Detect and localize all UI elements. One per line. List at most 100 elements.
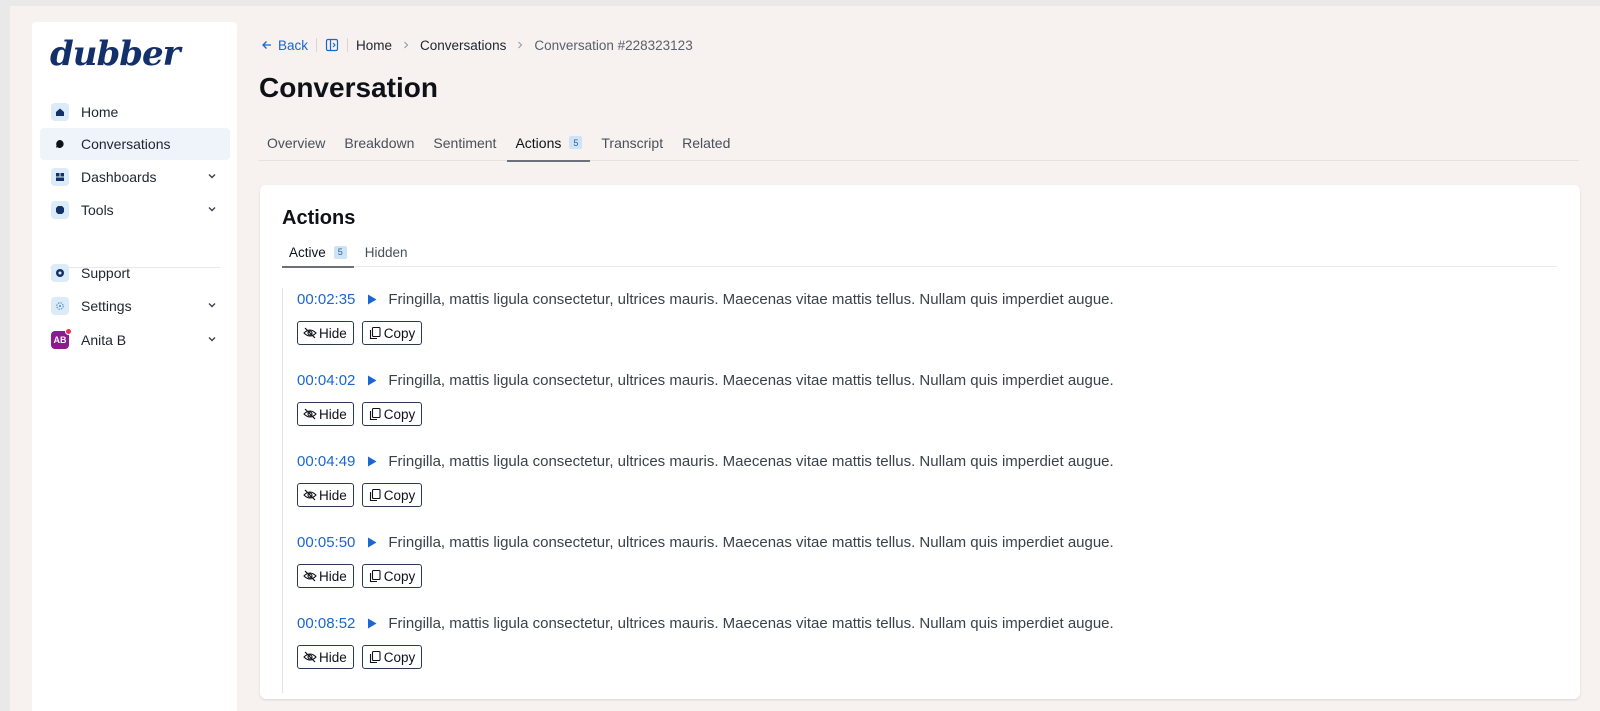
back-link[interactable]: Back xyxy=(261,38,308,53)
action-text: Fringilla, mattis ligula consectetur, ul… xyxy=(388,290,1114,308)
eye-off-icon xyxy=(303,408,317,420)
action-item: 00:02:35 Fringilla, mattis ligula consec… xyxy=(282,288,1552,369)
gear-icon xyxy=(51,297,69,315)
notification-dot xyxy=(65,328,72,335)
copy-icon xyxy=(369,407,381,421)
copy-label: Copy xyxy=(383,568,416,584)
sidebar-item-tools[interactable]: Tools xyxy=(40,194,230,226)
sidebar-item-conversations[interactable]: Conversations xyxy=(40,128,230,160)
timestamp-link[interactable]: 00:04:49 xyxy=(297,453,355,470)
copy-button[interactable]: Copy xyxy=(361,321,423,345)
tab-related[interactable]: Related xyxy=(674,128,738,161)
hide-button[interactable]: Hide xyxy=(297,645,354,669)
avatar: AB xyxy=(51,328,72,349)
copy-button[interactable]: Copy xyxy=(361,564,423,588)
timestamp-link[interactable]: 00:04:02 xyxy=(297,372,355,389)
breadcrumb-conversations[interactable]: Conversations xyxy=(420,38,506,53)
chevron-down-icon[interactable] xyxy=(206,299,218,311)
count-badge: 5 xyxy=(333,245,347,259)
sidebar-item-label: Tools xyxy=(81,202,114,218)
hide-label: Hide xyxy=(319,487,347,503)
arrow-left-icon xyxy=(262,41,271,49)
tools-icon xyxy=(51,201,69,219)
copy-icon xyxy=(369,569,381,583)
sidebar-item-settings[interactable]: Settings xyxy=(40,290,230,322)
copy-button[interactable]: Copy xyxy=(361,483,423,507)
sidebar-item-user[interactable]: AB Anita B xyxy=(40,324,230,356)
chevron-down-icon[interactable] xyxy=(206,170,218,182)
actions-subtabs: Active 5 Hidden xyxy=(282,237,1557,268)
tab-overview[interactable]: Overview xyxy=(259,128,333,161)
subtab-label: Hidden xyxy=(364,244,408,260)
tab-label: Actions xyxy=(515,134,562,151)
play-icon[interactable] xyxy=(367,456,377,467)
chevron-right-icon xyxy=(518,41,523,49)
actions-card: Actions Active 5 Hidden 00:02:35 Fringil… xyxy=(260,185,1580,699)
action-item: 00:05:50 Fringilla, mattis ligula consec… xyxy=(282,531,1552,612)
chevron-down-icon[interactable] xyxy=(206,333,218,345)
copy-button[interactable]: Copy xyxy=(361,402,423,426)
eye-off-icon xyxy=(303,327,317,339)
copy-icon xyxy=(369,650,381,664)
actions-list: 00:02:35 Fringilla, mattis ligula consec… xyxy=(282,288,1552,693)
hide-button[interactable]: Hide xyxy=(297,483,354,507)
eye-off-icon xyxy=(303,651,317,663)
hide-button[interactable]: Hide xyxy=(297,321,354,345)
tab-label: Overview xyxy=(267,134,326,151)
tab-label: Transcript xyxy=(601,134,664,151)
play-icon[interactable] xyxy=(367,294,377,305)
copy-label: Copy xyxy=(383,325,416,341)
tab-transcript[interactable]: Transcript xyxy=(593,128,671,161)
tab-sentiment[interactable]: Sentiment xyxy=(425,128,504,161)
timestamp-link[interactable]: 00:08:52 xyxy=(297,615,355,632)
action-text: Fringilla, mattis ligula consectetur, ul… xyxy=(388,452,1114,470)
back-label: Back xyxy=(278,37,309,53)
breadcrumb-home[interactable]: Home xyxy=(356,38,392,53)
sidebar-toggle-icon[interactable] xyxy=(325,38,339,52)
page-title: Conversation xyxy=(259,72,438,103)
hide-button[interactable]: Hide xyxy=(297,564,354,588)
play-icon[interactable] xyxy=(367,537,377,548)
hide-label: Hide xyxy=(319,649,347,665)
breadcrumb-divider xyxy=(347,38,349,52)
action-text: Fringilla, mattis ligula consectetur, ul… xyxy=(388,533,1114,551)
sidebar-item-home[interactable]: Home xyxy=(40,96,230,128)
chevron-down-icon[interactable] xyxy=(206,203,218,215)
sidebar-item-dashboards[interactable]: Dashboards xyxy=(40,161,230,193)
play-icon[interactable] xyxy=(367,618,377,629)
action-text: Fringilla, mattis ligula consectetur, ul… xyxy=(388,614,1114,632)
subtab-hidden[interactable]: Hidden xyxy=(358,237,415,267)
action-text: Fringilla, mattis ligula consectetur, ul… xyxy=(388,371,1114,389)
sidebar-item-support[interactable]: Support xyxy=(40,257,230,289)
copy-label: Copy xyxy=(383,487,416,503)
copy-label: Copy xyxy=(383,406,416,422)
sidebar-item-label: Conversations xyxy=(81,136,171,152)
copy-label: Copy xyxy=(383,649,416,665)
eye-off-icon xyxy=(303,570,317,582)
sidebar-item-label: Home xyxy=(81,104,119,120)
tab-label: Breakdown xyxy=(344,134,415,151)
chat-icon xyxy=(51,135,69,153)
user-name: Anita B xyxy=(81,332,127,348)
sidebar-item-label: Support xyxy=(81,265,131,281)
action-item: 00:08:52 Fringilla, mattis ligula consec… xyxy=(282,612,1552,693)
copy-button[interactable]: Copy xyxy=(361,645,423,669)
hide-button[interactable]: Hide xyxy=(297,402,354,426)
count-badge: 5 xyxy=(569,136,583,149)
conversation-tabs: Overview Breakdown Sentiment Actions 5 T… xyxy=(259,128,1579,162)
tab-actions[interactable]: Actions 5 xyxy=(507,128,591,162)
dubber-logo[interactable]: dubber xyxy=(50,34,181,74)
timestamp-link[interactable]: 00:05:50 xyxy=(297,534,355,551)
dashboard-icon xyxy=(51,168,69,186)
copy-icon xyxy=(369,488,381,502)
support-icon xyxy=(51,264,69,282)
sidebar: dubber Home Conversations Dashboards Too… xyxy=(32,22,237,711)
breadcrumb-current: Conversation #228323123 xyxy=(534,37,693,53)
timestamp-link[interactable]: 00:02:35 xyxy=(297,291,355,308)
copy-icon xyxy=(369,326,381,340)
play-icon[interactable] xyxy=(367,375,377,386)
home-icon xyxy=(51,103,69,121)
tab-breakdown[interactable]: Breakdown xyxy=(336,128,422,161)
subtab-active[interactable]: Active 5 xyxy=(282,237,354,268)
eye-off-icon xyxy=(303,489,317,501)
